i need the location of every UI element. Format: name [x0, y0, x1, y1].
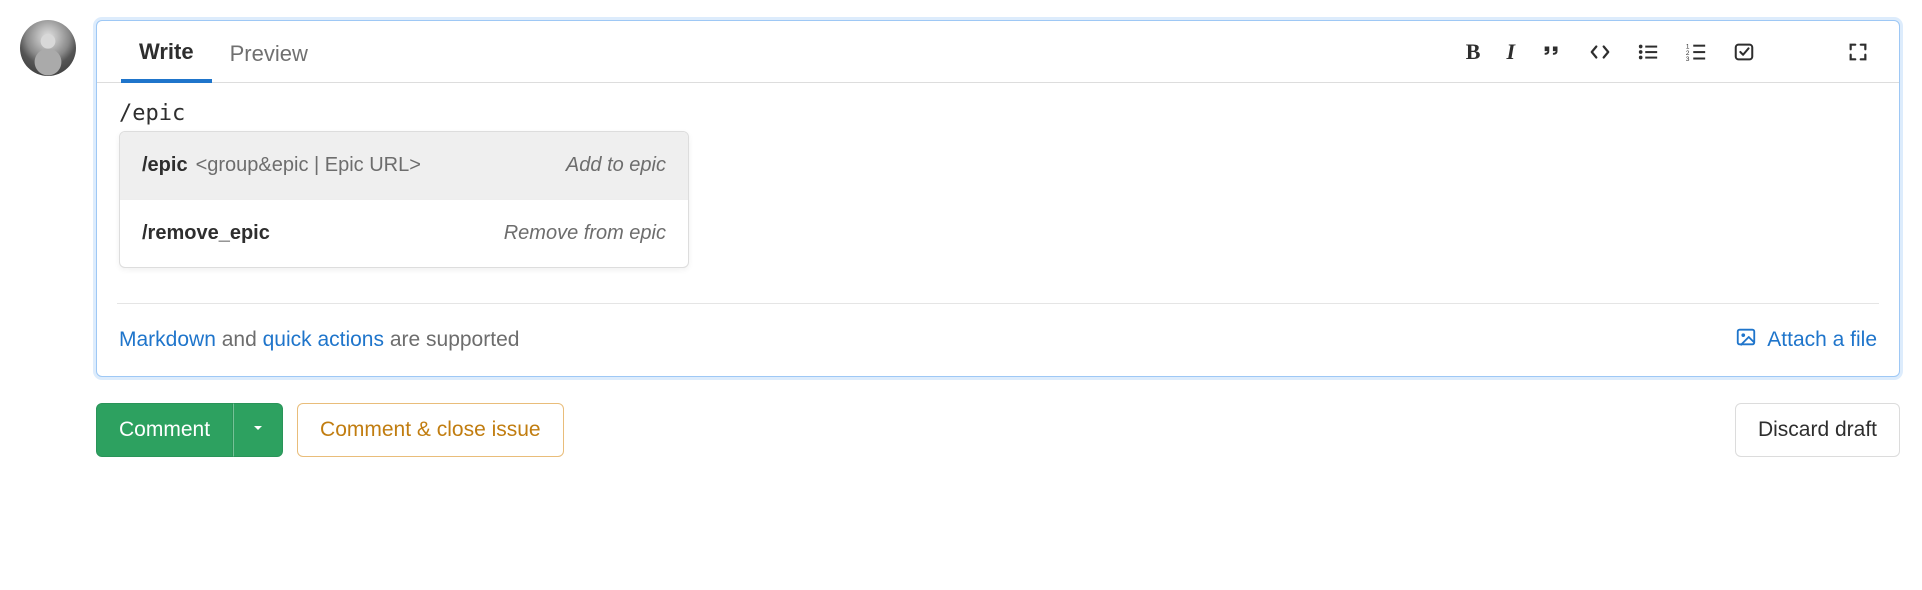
attach-file-button[interactable]: Attach a file: [1735, 326, 1877, 354]
task-list-icon[interactable]: [1733, 41, 1755, 63]
hint-and: and: [216, 328, 263, 351]
autocomplete-item-remove-epic[interactable]: /remove_epic Remove from epic: [120, 199, 688, 267]
blockquote-icon[interactable]: [1541, 41, 1563, 63]
hint-supported: are supported: [384, 328, 519, 351]
comment-button-group: Comment: [96, 403, 283, 457]
fullscreen-icon[interactable]: [1847, 41, 1869, 63]
chevron-down-icon: [250, 418, 266, 442]
italic-icon[interactable]: I: [1506, 39, 1515, 65]
comment-button[interactable]: Comment: [96, 403, 233, 457]
editor-hint: Markdown and quick actions are supported: [119, 328, 519, 352]
comment-textarea[interactable]: /epic /epic <group&epic | Epic URL> Add …: [97, 83, 1899, 153]
code-icon[interactable]: [1589, 41, 1611, 63]
autocomplete-cmd: /remove_epic: [142, 222, 270, 245]
discard-draft-button[interactable]: Discard draft: [1735, 403, 1900, 457]
svg-text:3: 3: [1686, 56, 1690, 63]
comment-dropdown-button[interactable]: [233, 403, 283, 457]
autocomplete-item-epic[interactable]: /epic <group&epic | Epic URL> Add to epi…: [120, 132, 688, 199]
editor-tabs: Write Preview B I 123: [97, 21, 1899, 83]
bold-icon[interactable]: B: [1466, 39, 1481, 65]
attach-label: Attach a file: [1767, 328, 1877, 352]
tab-preview[interactable]: Preview: [212, 23, 326, 81]
editor-toolbar: B I 123: [1466, 39, 1879, 65]
image-icon: [1735, 326, 1757, 354]
autocomplete-cmd: /epic: [142, 154, 188, 177]
autocomplete-desc: Remove from epic: [504, 222, 666, 245]
autocomplete-popover: /epic <group&epic | Epic URL> Add to epi…: [119, 131, 689, 268]
comment-editor: Write Preview B I 123: [96, 20, 1900, 377]
comment-and-close-button[interactable]: Comment & close issue: [297, 403, 564, 457]
autocomplete-params: <group&epic | Epic URL>: [196, 154, 421, 177]
autocomplete-desc: Add to epic: [566, 154, 666, 177]
bulleted-list-icon[interactable]: [1637, 41, 1659, 63]
avatar[interactable]: [20, 20, 76, 76]
editor-footer: Markdown and quick actions are supported…: [117, 303, 1879, 376]
quick-actions-link[interactable]: quick actions: [263, 328, 384, 351]
editor-text: /epic: [119, 101, 185, 126]
numbered-list-icon[interactable]: 123: [1685, 41, 1707, 63]
tab-write[interactable]: Write: [121, 21, 212, 83]
action-bar: Comment Comment & close issue Discard dr…: [20, 403, 1900, 457]
markdown-link[interactable]: Markdown: [119, 328, 216, 351]
